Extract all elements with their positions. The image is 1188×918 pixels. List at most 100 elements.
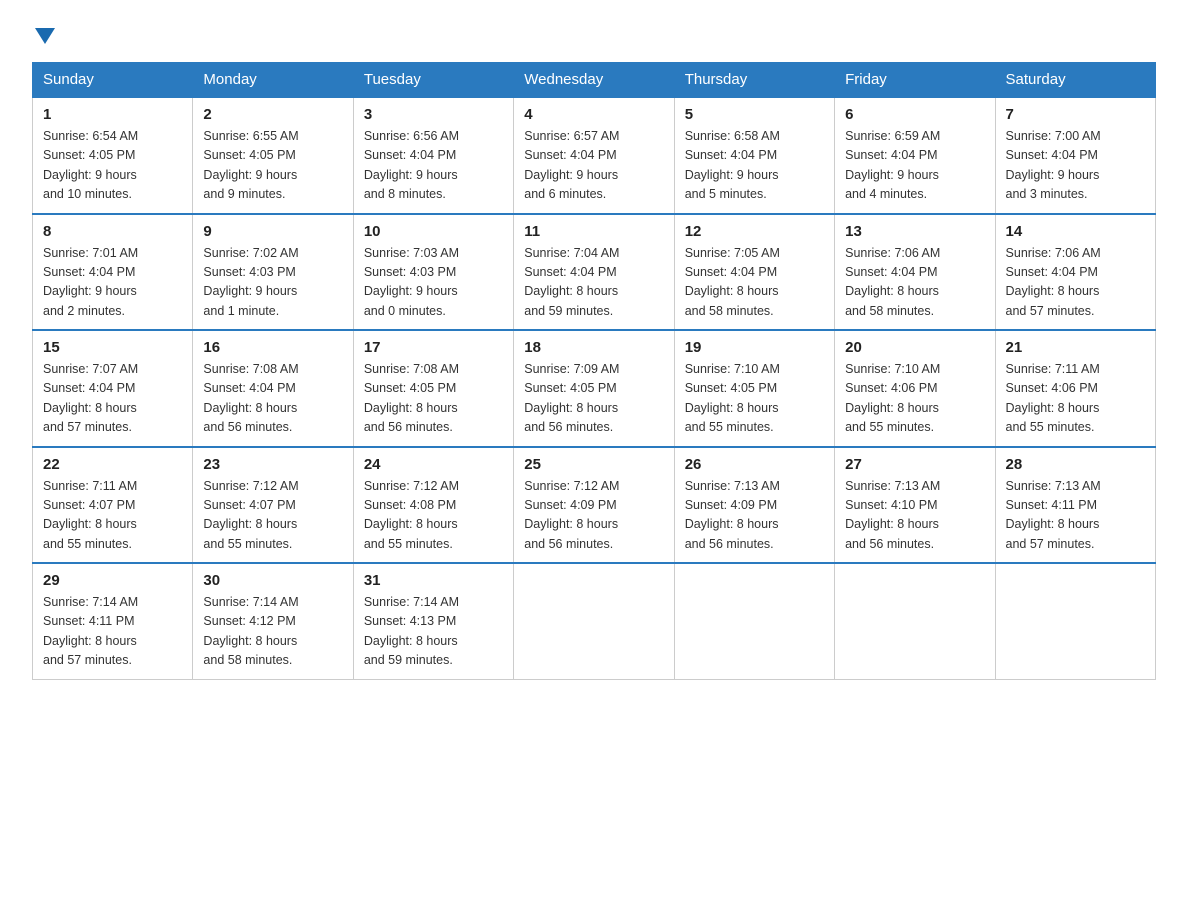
day-number: 8 bbox=[43, 223, 182, 240]
calendar-cell: 28Sunrise: 7:13 AMSunset: 4:11 PMDayligh… bbox=[995, 447, 1155, 564]
weekday-header-saturday: Saturday bbox=[995, 63, 1155, 98]
calendar-cell: 5 Sunrise: 6:58 AMSunset: 4:04 PMDaylight… bbox=[674, 97, 834, 214]
day-info: Sunrise: 7:12 AMSunset: 4:08 PMDaylight:… bbox=[364, 477, 503, 555]
day-info: Sunrise: 6:54 AMSunset: 4:05 PMDaylight:… bbox=[43, 127, 182, 205]
day-info: Sunrise: 7:07 AMSunset: 4:04 PMDaylight:… bbox=[43, 360, 182, 438]
calendar-header: SundayMondayTuesdayWednesdayThursdayFrid… bbox=[33, 63, 1156, 98]
weekday-header-sunday: Sunday bbox=[33, 63, 193, 98]
day-number: 30 bbox=[203, 572, 342, 589]
day-info: Sunrise: 7:13 AMSunset: 4:11 PMDaylight:… bbox=[1006, 477, 1145, 555]
calendar-week-1: 1Sunrise: 6:54 AMSunset: 4:05 PMDaylight… bbox=[33, 97, 1156, 214]
day-info: Sunrise: 6:58 AMSunset: 4:04 PMDaylight:… bbox=[685, 127, 824, 205]
calendar-table: SundayMondayTuesdayWednesdayThursdayFrid… bbox=[32, 62, 1156, 680]
day-number: 9 bbox=[203, 223, 342, 240]
day-info: Sunrise: 6:56 AMSunset: 4:04 PMDaylight:… bbox=[364, 127, 503, 205]
day-number: 17 bbox=[364, 339, 503, 356]
calendar-cell: 7 Sunrise: 7:00 AMSunset: 4:04 PMDaylight… bbox=[995, 97, 1155, 214]
calendar-cell: 15 Sunrise: 7:07 AMSunset: 4:04 PMDayligh… bbox=[33, 330, 193, 447]
day-number: 22 bbox=[43, 456, 182, 473]
day-number: 31 bbox=[364, 572, 503, 589]
day-number: 7 bbox=[1006, 106, 1145, 123]
page-header bbox=[32, 24, 1156, 44]
day-info: Sunrise: 7:13 AMSunset: 4:09 PMDaylight:… bbox=[685, 477, 824, 555]
day-info: Sunrise: 7:10 AMSunset: 4:05 PMDaylight:… bbox=[685, 360, 824, 438]
day-info: Sunrise: 7:02 AMSunset: 4:03 PMDaylight:… bbox=[203, 244, 342, 322]
calendar-body: 1Sunrise: 6:54 AMSunset: 4:05 PMDaylight… bbox=[33, 97, 1156, 679]
weekday-header-row: SundayMondayTuesdayWednesdayThursdayFrid… bbox=[33, 63, 1156, 98]
day-info: Sunrise: 7:14 AMSunset: 4:12 PMDaylight:… bbox=[203, 593, 342, 671]
calendar-cell: 4 Sunrise: 6:57 AMSunset: 4:04 PMDaylight… bbox=[514, 97, 674, 214]
day-number: 6 bbox=[845, 106, 984, 123]
day-number: 13 bbox=[845, 223, 984, 240]
calendar-cell: 24 Sunrise: 7:12 AMSunset: 4:08 PMDayligh… bbox=[353, 447, 513, 564]
calendar-cell: 23Sunrise: 7:12 AMSunset: 4:07 PMDayligh… bbox=[193, 447, 353, 564]
logo bbox=[32, 24, 55, 44]
day-number: 3 bbox=[364, 106, 503, 123]
calendar-cell: 17Sunrise: 7:08 AMSunset: 4:05 PMDayligh… bbox=[353, 330, 513, 447]
calendar-cell bbox=[835, 563, 995, 679]
calendar-cell bbox=[514, 563, 674, 679]
day-info: Sunrise: 6:59 AMSunset: 4:04 PMDaylight:… bbox=[845, 127, 984, 205]
calendar-cell: 20 Sunrise: 7:10 AMSunset: 4:06 PMDayligh… bbox=[835, 330, 995, 447]
weekday-header-tuesday: Tuesday bbox=[353, 63, 513, 98]
calendar-cell: 25Sunrise: 7:12 AMSunset: 4:09 PMDayligh… bbox=[514, 447, 674, 564]
day-info: Sunrise: 7:10 AMSunset: 4:06 PMDaylight:… bbox=[845, 360, 984, 438]
day-info: Sunrise: 7:13 AMSunset: 4:10 PMDaylight:… bbox=[845, 477, 984, 555]
day-number: 21 bbox=[1006, 339, 1145, 356]
day-number: 18 bbox=[524, 339, 663, 356]
day-number: 23 bbox=[203, 456, 342, 473]
calendar-cell: 30 Sunrise: 7:14 AMSunset: 4:12 PMDayligh… bbox=[193, 563, 353, 679]
day-info: Sunrise: 7:03 AMSunset: 4:03 PMDaylight:… bbox=[364, 244, 503, 322]
calendar-cell bbox=[674, 563, 834, 679]
day-info: Sunrise: 7:01 AMSunset: 4:04 PMDaylight:… bbox=[43, 244, 182, 322]
day-info: Sunrise: 7:11 AMSunset: 4:06 PMDaylight:… bbox=[1006, 360, 1145, 438]
day-info: Sunrise: 7:00 AMSunset: 4:04 PMDaylight:… bbox=[1006, 127, 1145, 205]
day-info: Sunrise: 7:11 AMSunset: 4:07 PMDaylight:… bbox=[43, 477, 182, 555]
calendar-cell: 22 Sunrise: 7:11 AMSunset: 4:07 PMDayligh… bbox=[33, 447, 193, 564]
day-number: 5 bbox=[685, 106, 824, 123]
day-number: 27 bbox=[845, 456, 984, 473]
calendar-cell: 3 Sunrise: 6:56 AMSunset: 4:04 PMDaylight… bbox=[353, 97, 513, 214]
weekday-header-friday: Friday bbox=[835, 63, 995, 98]
day-number: 15 bbox=[43, 339, 182, 356]
day-info: Sunrise: 6:55 AMSunset: 4:05 PMDaylight:… bbox=[203, 127, 342, 205]
calendar-cell: 14Sunrise: 7:06 AMSunset: 4:04 PMDayligh… bbox=[995, 214, 1155, 331]
day-info: Sunrise: 7:04 AMSunset: 4:04 PMDaylight:… bbox=[524, 244, 663, 322]
day-number: 29 bbox=[43, 572, 182, 589]
day-number: 25 bbox=[524, 456, 663, 473]
calendar-cell: 27 Sunrise: 7:13 AMSunset: 4:10 PMDayligh… bbox=[835, 447, 995, 564]
day-number: 24 bbox=[364, 456, 503, 473]
day-number: 16 bbox=[203, 339, 342, 356]
day-number: 20 bbox=[845, 339, 984, 356]
calendar-cell: 1Sunrise: 6:54 AMSunset: 4:05 PMDaylight… bbox=[33, 97, 193, 214]
calendar-cell: 21 Sunrise: 7:11 AMSunset: 4:06 PMDayligh… bbox=[995, 330, 1155, 447]
calendar-cell: 10 Sunrise: 7:03 AMSunset: 4:03 PMDayligh… bbox=[353, 214, 513, 331]
calendar-week-2: 8 Sunrise: 7:01 AMSunset: 4:04 PMDaylight… bbox=[33, 214, 1156, 331]
weekday-header-thursday: Thursday bbox=[674, 63, 834, 98]
day-info: Sunrise: 7:09 AMSunset: 4:05 PMDaylight:… bbox=[524, 360, 663, 438]
day-info: Sunrise: 7:14 AMSunset: 4:11 PMDaylight:… bbox=[43, 593, 182, 671]
calendar-cell: 29 Sunrise: 7:14 AMSunset: 4:11 PMDayligh… bbox=[33, 563, 193, 679]
calendar-cell: 11 Sunrise: 7:04 AMSunset: 4:04 PMDayligh… bbox=[514, 214, 674, 331]
day-info: Sunrise: 7:06 AMSunset: 4:04 PMDaylight:… bbox=[845, 244, 984, 322]
day-number: 10 bbox=[364, 223, 503, 240]
calendar-cell: 2 Sunrise: 6:55 AMSunset: 4:05 PMDaylight… bbox=[193, 97, 353, 214]
day-number: 4 bbox=[524, 106, 663, 123]
calendar-cell bbox=[995, 563, 1155, 679]
day-info: Sunrise: 7:08 AMSunset: 4:04 PMDaylight:… bbox=[203, 360, 342, 438]
day-info: Sunrise: 6:57 AMSunset: 4:04 PMDaylight:… bbox=[524, 127, 663, 205]
day-number: 26 bbox=[685, 456, 824, 473]
calendar-week-4: 22 Sunrise: 7:11 AMSunset: 4:07 PMDayligh… bbox=[33, 447, 1156, 564]
calendar-cell: 12Sunrise: 7:05 AMSunset: 4:04 PMDayligh… bbox=[674, 214, 834, 331]
day-number: 2 bbox=[203, 106, 342, 123]
calendar-week-3: 15 Sunrise: 7:07 AMSunset: 4:04 PMDayligh… bbox=[33, 330, 1156, 447]
day-number: 12 bbox=[685, 223, 824, 240]
calendar-cell: 18 Sunrise: 7:09 AMSunset: 4:05 PMDayligh… bbox=[514, 330, 674, 447]
day-number: 11 bbox=[524, 223, 663, 240]
calendar-cell: 26 Sunrise: 7:13 AMSunset: 4:09 PMDayligh… bbox=[674, 447, 834, 564]
day-number: 19 bbox=[685, 339, 824, 356]
calendar-cell: 31 Sunrise: 7:14 AMSunset: 4:13 PMDayligh… bbox=[353, 563, 513, 679]
day-number: 14 bbox=[1006, 223, 1145, 240]
day-info: Sunrise: 7:14 AMSunset: 4:13 PMDaylight:… bbox=[364, 593, 503, 671]
calendar-cell: 19 Sunrise: 7:10 AMSunset: 4:05 PMDayligh… bbox=[674, 330, 834, 447]
